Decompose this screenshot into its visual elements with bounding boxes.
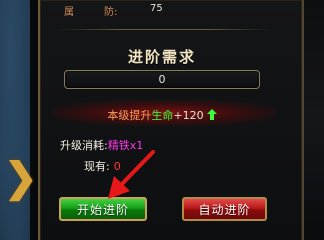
bonus-prefix: 本级提升 (107, 109, 152, 122)
section-title: 进阶需求 (127, 48, 196, 66)
owned-label: 现有: (84, 160, 110, 173)
cost-item-name[interactable]: 精铁 (108, 139, 130, 152)
upgrade-screen: ❯ 属 防: 75 进阶需求 0 本级提升生命+120 升级消耗:精铁x1 现有… (0, 0, 324, 240)
owned-count-row: 现有: 0 (84, 158, 121, 174)
bonus-line: 本级提升生命+120 (0, 107, 324, 123)
upgrade-cost-row: 升级消耗:精铁x1 (60, 137, 143, 153)
chevron-right-icon[interactable]: ❯ (4, 158, 38, 198)
stat-label-part1: 属 (64, 7, 74, 18)
stat-label-part2: 防: (104, 7, 118, 18)
auto-advance-button[interactable]: 自动进阶 (182, 197, 267, 221)
advance-value-field: 0 (64, 70, 260, 89)
owned-count: 0 (113, 160, 121, 173)
start-advance-button[interactable]: 开始进阶 (59, 197, 147, 221)
arrow-up-icon (206, 109, 217, 120)
cost-label: 升级消耗: (60, 139, 108, 152)
bonus-amount: +120 (173, 109, 204, 122)
divider (58, 29, 270, 30)
stat-value: 75 (150, 3, 163, 14)
bonus-attribute: 生命 (151, 109, 174, 122)
cost-item-quantity: x1 (129, 139, 144, 152)
